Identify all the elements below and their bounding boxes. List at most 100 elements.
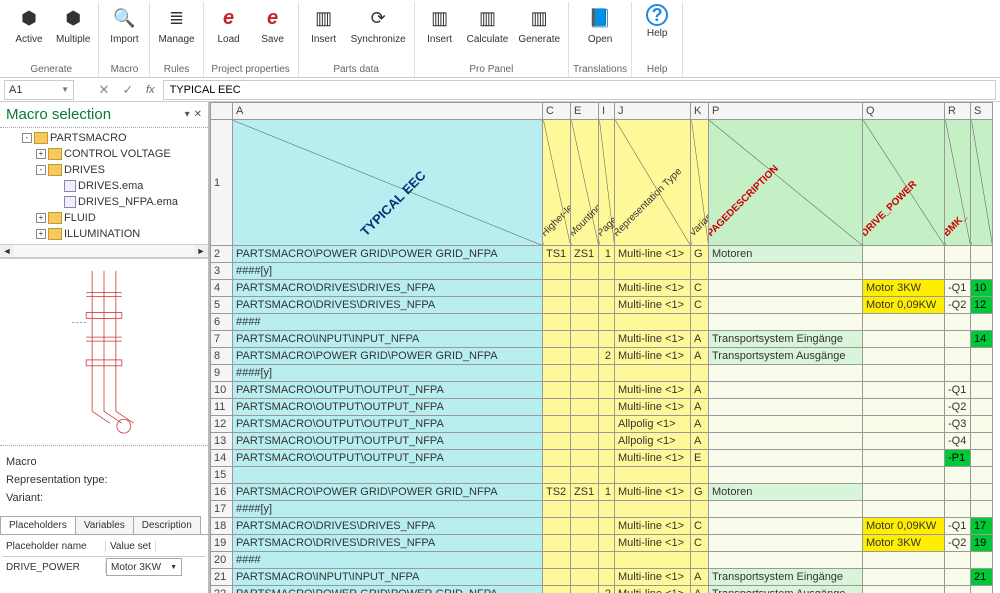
cell[interactable]: PARTSMACRO\DRIVES\DRIVES_NFPA	[233, 535, 543, 552]
cell[interactable]	[615, 365, 691, 382]
cell[interactable]: Transportsystem Eingänge	[709, 569, 863, 586]
cell[interactable]	[571, 280, 599, 297]
cell[interactable]: PARTSMACRO\OUTPUT\OUTPUT_NFPA	[233, 399, 543, 416]
cell[interactable]: -Q2	[945, 399, 971, 416]
cell[interactable]	[599, 552, 615, 569]
cell[interactable]	[543, 518, 571, 535]
cell[interactable]	[599, 365, 615, 382]
cell[interactable]	[543, 433, 571, 450]
cell[interactable]	[945, 586, 971, 593]
cell[interactable]	[543, 348, 571, 365]
cell[interactable]	[543, 552, 571, 569]
cell[interactable]	[971, 263, 993, 280]
cell[interactable]: PARTSMACRO\INPUT\INPUT_NFPA	[233, 569, 543, 586]
cell[interactable]	[945, 348, 971, 365]
cell[interactable]	[863, 484, 945, 501]
cell[interactable]: PARTSMACRO\POWER GRID\POWER GRID_NFPA	[233, 246, 543, 263]
cell[interactable]: 14	[971, 331, 993, 348]
cell[interactable]	[971, 586, 993, 593]
cell[interactable]	[971, 399, 993, 416]
cell[interactable]: PARTSMACRO\OUTPUT\OUTPUT_NFPA	[233, 433, 543, 450]
cell[interactable]	[571, 416, 599, 433]
cell[interactable]: Motor 3KW	[863, 280, 945, 297]
cell[interactable]: -P1	[945, 450, 971, 467]
cell[interactable]	[971, 348, 993, 365]
cell[interactable]	[945, 331, 971, 348]
cell[interactable]: G	[691, 484, 709, 501]
cell[interactable]: ####[y]	[233, 501, 543, 518]
cell[interactable]	[691, 263, 709, 280]
cell[interactable]	[691, 314, 709, 331]
cell[interactable]	[571, 348, 599, 365]
cell[interactable]: PARTSMACRO\OUTPUT\OUTPUT_NFPA	[233, 450, 543, 467]
row-header[interactable]: 17	[211, 501, 233, 518]
cell[interactable]	[709, 399, 863, 416]
tab-variables[interactable]: Variables	[75, 516, 134, 534]
row-header[interactable]: 5	[211, 297, 233, 314]
open-translations-button[interactable]: 📘Open	[579, 2, 621, 47]
cell[interactable]	[571, 450, 599, 467]
cell[interactable]	[863, 586, 945, 593]
cell[interactable]: Multi-line <1>	[615, 331, 691, 348]
cell[interactable]: PARTSMACRO\DRIVES\DRIVES_NFPA	[233, 297, 543, 314]
cell[interactable]	[571, 263, 599, 280]
cell[interactable]	[571, 314, 599, 331]
cell[interactable]	[571, 552, 599, 569]
cell[interactable]: 21	[971, 569, 993, 586]
cell[interactable]	[945, 365, 971, 382]
cell[interactable]	[709, 433, 863, 450]
cell[interactable]	[971, 467, 993, 484]
cell[interactable]	[709, 382, 863, 399]
cell[interactable]	[709, 280, 863, 297]
value-set-dropdown[interactable]: Motor 3KW ▼	[106, 558, 182, 576]
row-header[interactable]: 9	[211, 365, 233, 382]
cell[interactable]	[543, 399, 571, 416]
cell[interactable]	[971, 382, 993, 399]
cell[interactable]: ZS1	[571, 484, 599, 501]
cell[interactable]: Multi-line <1>	[615, 535, 691, 552]
cell[interactable]	[599, 467, 615, 484]
cell[interactable]: -Q1	[945, 382, 971, 399]
cell[interactable]: 2	[599, 348, 615, 365]
cell[interactable]	[615, 552, 691, 569]
cell[interactable]: 2	[599, 586, 615, 593]
cell[interactable]	[599, 331, 615, 348]
cell[interactable]: Multi-line <1>	[615, 246, 691, 263]
pane-close-icon[interactable]: ✕	[194, 109, 202, 120]
tree-node[interactable]: DRIVES.ema	[8, 178, 208, 194]
cell[interactable]: A	[691, 416, 709, 433]
row-header[interactable]: 11	[211, 399, 233, 416]
cell[interactable]: A	[691, 433, 709, 450]
cell[interactable]	[543, 314, 571, 331]
cell[interactable]	[945, 314, 971, 331]
tree-node[interactable]: +ILLUMINATION	[8, 226, 208, 242]
tree-node[interactable]: +FLUID	[8, 210, 208, 226]
column-header[interactable]: J	[615, 103, 691, 120]
tree-node[interactable]: -PARTSMACRO	[8, 130, 208, 146]
cell[interactable]	[709, 518, 863, 535]
column-header[interactable]: P	[709, 103, 863, 120]
insert-parts-button[interactable]: ▥Insert	[303, 2, 345, 47]
cell[interactable]	[945, 263, 971, 280]
cell[interactable]	[709, 450, 863, 467]
tree-toggle-icon[interactable]: +	[36, 229, 46, 239]
column-header[interactable]: I	[599, 103, 615, 120]
tree-node[interactable]: DRIVES_NFPA.ema	[8, 194, 208, 210]
cell[interactable]: PARTSMACRO\OUTPUT\OUTPUT_NFPA	[233, 416, 543, 433]
cell[interactable]	[599, 263, 615, 280]
multiple-button[interactable]: ⬢Multiple	[52, 2, 94, 47]
header-cell[interactable]: Page name	[599, 120, 615, 246]
cell[interactable]: PARTSMACRO\POWER GRID\POWER GRID_NFPA	[233, 484, 543, 501]
cell[interactable]	[863, 331, 945, 348]
row-header[interactable]: 15	[211, 467, 233, 484]
help-button[interactable]: ?Help	[636, 2, 678, 41]
cell[interactable]: PARTSMACRO\OUTPUT\OUTPUT_NFPA	[233, 382, 543, 399]
cell[interactable]	[543, 382, 571, 399]
column-header[interactable]: C	[543, 103, 571, 120]
cell[interactable]	[571, 433, 599, 450]
cell[interactable]	[571, 535, 599, 552]
cell[interactable]: -Q2	[945, 297, 971, 314]
name-box[interactable]: A1 ▼	[4, 80, 74, 100]
cell[interactable]	[599, 518, 615, 535]
tree-toggle-icon[interactable]: -	[22, 133, 32, 143]
